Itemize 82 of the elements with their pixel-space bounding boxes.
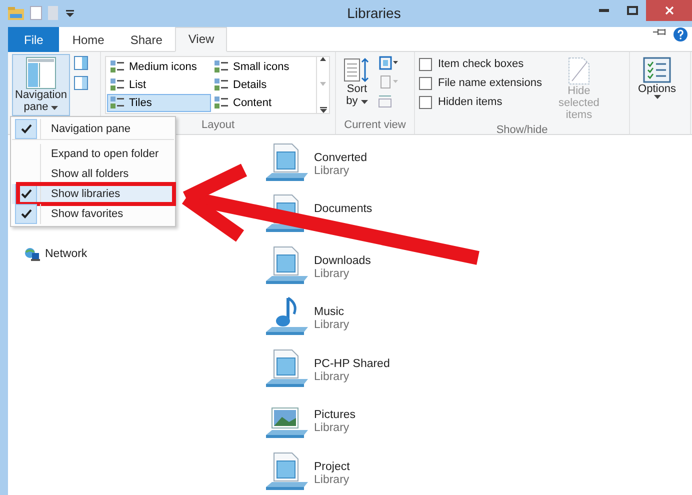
minimize-icon — [599, 8, 609, 12]
menu-item[interactable]: Navigation pane — [12, 119, 174, 140]
folder-icon — [8, 6, 24, 20]
ribbon-tab[interactable]: Share — [117, 26, 176, 52]
library-name: PC-HP Shared — [314, 358, 390, 370]
list-icon — [110, 78, 124, 91]
menu-item[interactable]: Show favorites — [12, 204, 174, 224]
group-label: Current view — [344, 118, 406, 132]
library-tile[interactable]: Project Library — [264, 448, 692, 495]
content-icon — [214, 96, 228, 109]
checkbox[interactable] — [419, 58, 432, 70]
window-title: Libraries — [346, 5, 402, 22]
library-type: Library — [314, 268, 350, 280]
layout-option[interactable]: Content — [211, 94, 315, 112]
small-icons-icon — [214, 60, 228, 73]
checkbox-label: Hidden items — [438, 96, 502, 108]
library-type: Library — [314, 422, 350, 434]
check-icon — [20, 124, 32, 134]
layout-option[interactable]: Small icons — [211, 58, 315, 76]
group-label: Show/hide — [496, 124, 548, 136]
caret-icon — [51, 106, 58, 110]
add-columns-icon — [378, 74, 398, 88]
group-by-icon — [378, 56, 398, 70]
nav-item[interactable]: Network — [24, 246, 246, 260]
details-icon — [214, 78, 228, 91]
checkbox[interactable] — [419, 76, 432, 90]
library-tile[interactable]: Music Library — [264, 294, 692, 340]
medium-icons-icon — [110, 60, 124, 73]
menu-item[interactable]: Show libraries — [12, 184, 174, 204]
menu-item[interactable]: Expand to open folder — [12, 144, 174, 164]
music-note-icon — [264, 294, 310, 338]
library-tile[interactable]: Pictures Library — [264, 397, 692, 444]
library-name: Pictures — [314, 409, 356, 421]
menu-item[interactable]: Show all folders — [12, 164, 174, 184]
preview-pane-icon — [74, 56, 88, 70]
scroll-up-icon — [320, 56, 326, 60]
sort-by-button[interactable]: Sort by — [340, 54, 374, 110]
library-type: Library — [314, 474, 350, 486]
caret-icon — [360, 100, 368, 104]
size-columns-icon — [378, 94, 392, 108]
layout-option[interactable]: List — [107, 76, 211, 94]
caret-icon — [654, 94, 660, 98]
library-name: Project — [314, 460, 350, 472]
ribbon-tab[interactable]: Home — [59, 26, 118, 52]
checkbox[interactable] — [419, 96, 432, 108]
sort-icon — [344, 56, 370, 82]
tiles-icon — [110, 96, 124, 109]
ribbon-tab[interactable]: View — [175, 26, 228, 52]
customize-icon — [66, 9, 74, 18]
page-icon — [568, 56, 590, 84]
close-icon — [664, 6, 674, 15]
scroll-down-icon — [320, 82, 326, 86]
layout-option[interactable]: Tiles — [107, 94, 211, 112]
layout-option[interactable]: Details — [211, 76, 315, 94]
group-label: Layout — [201, 118, 235, 132]
expand-gallery-icon — [320, 106, 326, 112]
layout-option[interactable]: Medium icons — [107, 58, 211, 76]
library-name: Documents — [314, 203, 372, 215]
navigation-pane-button[interactable]: Navigation pane — [12, 54, 70, 116]
library-name: Downloads — [314, 254, 371, 266]
navigation-pane-icon — [26, 56, 56, 88]
check-icon — [20, 189, 32, 199]
maximize-icon — [626, 6, 638, 15]
checkbox-label: Item check boxes — [438, 58, 524, 70]
details-pane-icon — [74, 76, 88, 90]
library-tile[interactable]: Documents — [264, 191, 692, 238]
library-tile[interactable]: Downloads Library — [264, 242, 692, 289]
library-tile[interactable]: Converted Library — [264, 140, 692, 186]
library-tile[interactable]: PC-HP Shared Library — [264, 346, 692, 392]
library-name: Music — [314, 306, 346, 318]
library-name: Converted — [314, 152, 368, 164]
library-type: Library — [314, 164, 350, 176]
properties-icon — [30, 6, 42, 20]
library-type: Library — [314, 370, 350, 382]
options-icon — [643, 56, 671, 82]
library-type: Library — [314, 319, 350, 331]
network-icon — [24, 246, 40, 260]
check-icon — [20, 209, 32, 219]
close-button[interactable] — [646, 0, 692, 22]
checkbox-label: File name extensions — [438, 77, 542, 89]
options-button[interactable]: Options — [634, 54, 680, 102]
ribbon-tab[interactable]: File — [8, 26, 60, 52]
